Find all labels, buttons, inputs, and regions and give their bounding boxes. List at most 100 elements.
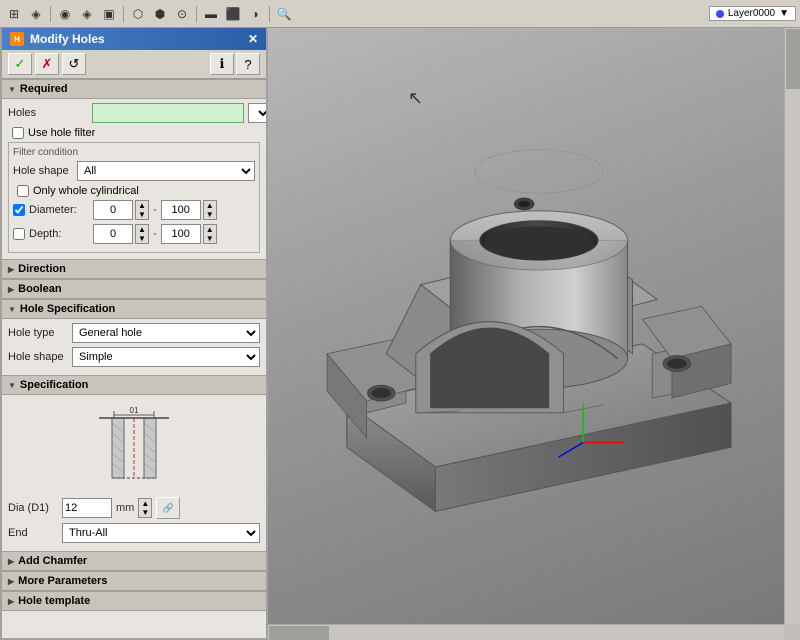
hole-shape2-row: Hole shape Simple [8, 347, 260, 367]
end-row: End Thru-All [8, 523, 260, 543]
holes-input[interactable] [92, 103, 244, 123]
dia-unit: mm [116, 502, 134, 514]
toolbar-icon-8[interactable]: ⊙ [172, 4, 192, 24]
section-more-params-header[interactable]: ▶ More Parameters [2, 571, 266, 591]
hole-type-select[interactable]: General hole [72, 323, 260, 343]
diameter-min-spinner-btn[interactable]: ▲▼ [135, 200, 149, 220]
scroll-corner [784, 624, 800, 640]
hole-spec-triangle: ▼ [8, 305, 16, 314]
toolbar-icon-5[interactable]: ▣ [99, 4, 119, 24]
holes-select[interactable]: ▼ [248, 103, 266, 123]
add-chamfer-label: Add Chamfer [18, 555, 87, 567]
dialog-content: ▼ Required Holes ▼ Use hole filter [2, 79, 266, 638]
dialog-title: Modify Holes [30, 32, 105, 46]
toolbar-icon-3[interactable]: ◉ [55, 4, 75, 24]
section-spec-header[interactable]: ▼ Specification [2, 375, 266, 395]
dia-link-button[interactable]: 🔗 [156, 497, 180, 519]
diameter-label: Diameter: [29, 204, 89, 216]
section-hole-template-header[interactable]: ▶ Hole template [2, 591, 266, 611]
section-hole-spec-header[interactable]: ▼ Hole Specification [2, 299, 266, 319]
toolbar-icon-4[interactable]: ◈ [77, 4, 97, 24]
dialog-actions: ✓ ✗ ↺ ℹ ? [2, 50, 266, 79]
hole-shape-row: Hole shape All [13, 161, 255, 181]
depth-max-spinner-btn[interactable]: ▲▼ [203, 224, 217, 244]
depth-spinner-min: ▲▼ [93, 224, 149, 244]
filter-condition-label: Filter condition [13, 147, 255, 158]
toolbar-sep-1 [50, 6, 51, 22]
boolean-label: Boolean [18, 283, 61, 295]
help-button[interactable]: ? [236, 53, 260, 75]
diameter-dash: - [153, 204, 157, 216]
toolbar-icon-11[interactable]: ◑ [245, 4, 265, 24]
only-whole-cylindrical-row: Only whole cylindrical [13, 185, 255, 197]
spec-triangle: ▼ [8, 381, 16, 390]
svg-text:01: 01 [130, 406, 139, 415]
layer-dot [716, 10, 724, 18]
dialog-close-button[interactable]: ✕ [248, 32, 258, 46]
use-hole-filter-checkbox[interactable] [12, 127, 24, 139]
diameter-row: Diameter: ▲▼ - ▲▼ [13, 200, 255, 220]
hole-shape-label: Hole shape [13, 165, 73, 177]
use-hole-filter-row: Use hole filter [8, 127, 260, 139]
diameter-spinner-max: ▲▼ [161, 200, 217, 220]
top-toolbar: ⊞ ◈ ◉ ◈ ▣ ⬡ ⬢ ⊙ ▬ ⬛ ◑ 🔍 Layer0000 ▼ [0, 0, 800, 28]
end-select[interactable]: Thru-All [62, 523, 260, 543]
hole-shape-select[interactable]: All [77, 161, 255, 181]
info-button[interactable]: ℹ [210, 53, 234, 75]
depth-min-spinner-btn[interactable]: ▲▼ [135, 224, 149, 244]
hole-template-triangle: ▶ [8, 597, 14, 606]
vertical-scroll-thumb[interactable] [786, 29, 800, 89]
section-boolean-header[interactable]: ▶ Boolean [2, 279, 266, 299]
toolbar-sep-3 [196, 6, 197, 22]
more-params-triangle: ▶ [8, 577, 14, 586]
toolbar-icon-12[interactable]: 🔍 [274, 4, 294, 24]
side-icons: ℹ ? [210, 53, 260, 75]
depth-checkbox[interactable] [13, 228, 25, 240]
end-label: End [8, 527, 58, 539]
toolbar-sep-4 [269, 6, 270, 22]
toolbar-icon-10[interactable]: ⬛ [223, 4, 243, 24]
toolbar-icon-2[interactable]: ◈ [26, 4, 46, 24]
horizontal-scroll-thumb[interactable] [269, 626, 329, 640]
spec-content: 01 [2, 395, 266, 551]
required-triangle: ▼ [8, 85, 16, 94]
dia-input[interactable] [62, 498, 112, 518]
diameter-max-input[interactable] [161, 200, 201, 220]
toolbar-icon-9[interactable]: ▬ [201, 4, 221, 24]
diameter-max-spinner-btn[interactable]: ▲▼ [203, 200, 217, 220]
depth-min-input[interactable] [93, 224, 133, 244]
only-whole-cylindrical-checkbox[interactable] [17, 185, 29, 197]
section-add-chamfer-header[interactable]: ▶ Add Chamfer [2, 551, 266, 571]
toolbar-icon-7[interactable]: ⬢ [150, 4, 170, 24]
depth-row: Depth: ▲▼ - ▲▼ [13, 224, 255, 244]
horizontal-scrollbar[interactable] [268, 624, 784, 640]
holes-row: Holes ▼ [8, 103, 260, 123]
dialog-titlebar: H Modify Holes ✕ [2, 28, 266, 50]
dia-spinner-btn[interactable]: ▲▼ [138, 498, 152, 518]
hole-spec-content: Hole type General hole Hole shape Simple [2, 319, 266, 375]
toolbar-icon-1[interactable]: ⊞ [4, 4, 24, 24]
toolbar-sep-2 [123, 6, 124, 22]
boolean-triangle: ▶ [8, 285, 14, 294]
filter-condition-group: Filter condition Hole shape All Only who… [8, 142, 260, 253]
section-required-header[interactable]: ▼ Required [2, 79, 266, 99]
3d-viewport: ↖ [268, 28, 800, 640]
cancel-button[interactable]: ✗ [35, 53, 59, 75]
toolbar-icon-6[interactable]: ⬡ [128, 4, 148, 24]
ok-button[interactable]: ✓ [8, 53, 32, 75]
vertical-scrollbar[interactable] [784, 28, 800, 624]
section-direction-header[interactable]: ▶ Direction [2, 259, 266, 279]
layer-label: Layer0000 [728, 8, 775, 19]
hole-shape2-select[interactable]: Simple [72, 347, 260, 367]
use-hole-filter-label: Use hole filter [28, 127, 95, 139]
depth-max-input[interactable] [161, 224, 201, 244]
hole-type-row: Hole type General hole [8, 323, 260, 343]
apply-button[interactable]: ↺ [62, 53, 86, 75]
required-content: Holes ▼ Use hole filter Filter condition [2, 99, 266, 259]
depth-dash: - [153, 228, 157, 240]
diameter-min-input[interactable] [93, 200, 133, 220]
depth-label: Depth: [29, 228, 89, 240]
diameter-checkbox[interactable] [13, 204, 25, 216]
layer-chevron: ▼ [779, 8, 789, 19]
dialog-panel: H Modify Holes ✕ ✓ ✗ ↺ ℹ ? ▼ Required [0, 28, 268, 640]
